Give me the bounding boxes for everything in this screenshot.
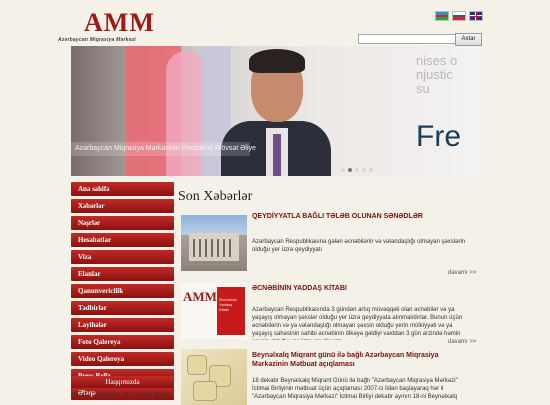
slider-dot[interactable]: [341, 168, 345, 172]
main-navigation: Ana səhifə Xəbərlər Nəşrlər Hesabatlar V…: [71, 182, 174, 403]
slider-dots: [341, 168, 373, 172]
language-switcher: [435, 11, 483, 21]
news-summary: Azərbaycan Respublikasında 3 gündən artı…: [252, 307, 463, 340]
nav-item-legislation[interactable]: Qanunvericilik: [71, 284, 174, 298]
about-box-text: Nazirlər tərəfindən 2007-ci ildə dövlət: [71, 392, 171, 398]
nav-item-photo-gallery[interactable]: Foto Qalereya: [71, 335, 174, 349]
news-title[interactable]: ƏCNƏBİNİN YADDAŞ KİTABI: [252, 285, 347, 292]
nav-item-news[interactable]: Xəbərlər: [71, 199, 174, 213]
news-thumbnail[interactable]: [181, 349, 247, 405]
banner-caption: Azərbaycan Miqrasiya Mərkəzinin Preziden…: [71, 142, 256, 156]
news-summary: Azərbaycan Respublikasına gələn əcnəbilə…: [252, 239, 466, 253]
read-more-link[interactable]: davamı >>: [448, 270, 476, 276]
slider-dot[interactable]: [355, 168, 359, 172]
banner-background-text: nises o njustic su: [416, 53, 458, 96]
az-flag-icon[interactable]: [435, 11, 449, 21]
slider-dot[interactable]: [369, 168, 373, 172]
nav-item-home[interactable]: Ana səhifə: [71, 182, 174, 196]
nav-item-announcements[interactable]: Elanlar: [71, 267, 174, 281]
news-thumbnail[interactable]: [181, 215, 247, 271]
about-box-title: Haqqımızda: [71, 376, 174, 388]
news-title[interactable]: QEYDİYYATLA BAĞLI TƏLƏB OLUNAN SƏNƏDLƏR: [252, 213, 423, 220]
read-more-link[interactable]: davamı >>: [448, 339, 476, 345]
slider-dot-active[interactable]: [348, 168, 352, 172]
puzzle-piece-image: [187, 355, 207, 375]
banner-background-text-large: Fre: [416, 120, 461, 153]
search-button[interactable]: Axtar: [455, 33, 482, 46]
slider-dot[interactable]: [362, 168, 366, 172]
book-cover-title: Əcnəbinin Yaddaş Kitabı: [219, 297, 237, 312]
amm-logo-image: AMM: [183, 289, 217, 304]
hero-banner[interactable]: nises o njustic su Fre Azərbaycan Miqras…: [71, 46, 480, 176]
search-input[interactable]: [358, 34, 456, 44]
news-summary: 18 dekabr Beynəlxalq Miqrant Günü ilə ba…: [252, 378, 458, 400]
logo-subtitle: Azərbaycan Miqrasiya Mərkəzi: [58, 37, 136, 43]
nav-item-reports[interactable]: Hesabatlar: [71, 233, 174, 247]
nav-item-visa[interactable]: Viza: [71, 250, 174, 264]
nav-item-projects[interactable]: Layihələr: [71, 318, 174, 332]
nav-item-events[interactable]: Tədbirlər: [71, 301, 174, 315]
ru-flag-icon[interactable]: [452, 11, 466, 21]
banner-graphic: [166, 51, 206, 176]
banner-photo-tie: [273, 134, 281, 176]
logo-text: AMM: [84, 8, 155, 37]
news-title[interactable]: Beynəlxalq Miqrant günü ilə bağlı Azərba…: [252, 351, 474, 369]
uk-flag-icon[interactable]: [469, 11, 483, 21]
puzzle-piece-image: [193, 381, 217, 401]
nav-item-publications[interactable]: Nəşrlər: [71, 216, 174, 230]
news-thumbnail[interactable]: AMM Əcnəbinin Yaddaş Kitabı: [181, 283, 247, 339]
page-title: Son Xəbərlər: [178, 189, 253, 204]
building-image: [189, 233, 239, 261]
banner-photo-hair: [249, 49, 305, 73]
nav-item-video-gallery[interactable]: Video Qalereya: [71, 352, 174, 366]
